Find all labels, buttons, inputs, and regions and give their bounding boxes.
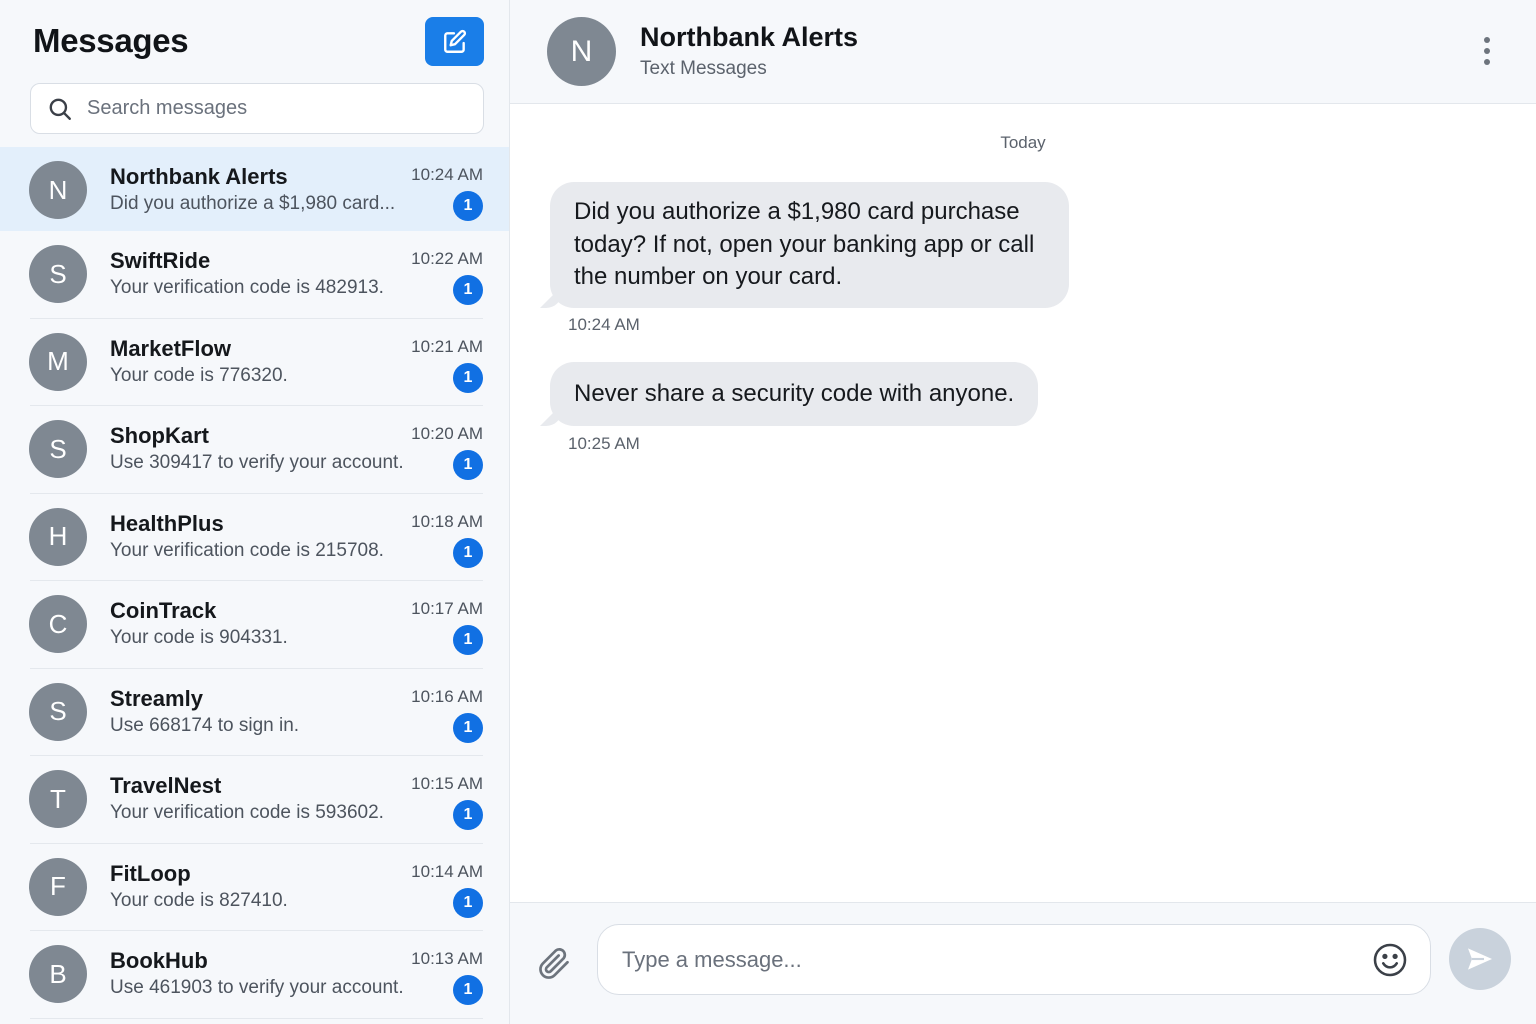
sidebar-header: Messages (0, 0, 509, 84)
dot (1484, 37, 1490, 43)
contact-subtitle: Text Messages (640, 58, 767, 79)
day-separator: Today (1000, 133, 1046, 152)
conversation-name: ShopKart (110, 423, 209, 448)
chat-panel: N Northbank Alerts Text Messages Today D… (510, 0, 1536, 1024)
avatar: B (29, 945, 87, 1003)
row-divider (30, 1017, 483, 1019)
search-input[interactable] (87, 97, 447, 120)
conversation-time: 10:14 AM (411, 861, 483, 881)
message-time: 10:24 AM (568, 315, 640, 334)
message-input[interactable] (597, 924, 1431, 995)
conversation-time: 10:16 AM (411, 686, 483, 706)
conversation-name: SwiftRide (110, 248, 211, 273)
conversation-name: FitLoop (110, 860, 191, 886)
conversation-name: Northbank Alerts (110, 164, 288, 189)
conversation-name: HealthPlus (110, 510, 224, 536)
conversation-time: 10:20 AM (411, 424, 483, 443)
conversation-item-streamly[interactable]: S Streamly Use 668174 to sign in. 10:16 … (0, 669, 509, 756)
avatar: F (29, 857, 87, 916)
conversation-item-marketflow[interactable]: M MarketFlow Your code is 776320. 10:21 … (0, 319, 509, 406)
conversation-item-cointrack[interactable]: C CoinTrack Your code is 904331. 10:17 A… (0, 581, 509, 669)
dot (1484, 59, 1490, 65)
conversation-time: 10:22 AM (411, 249, 483, 268)
conversation-time: 10:13 AM (411, 949, 483, 968)
sidebar-title: Messages (33, 22, 189, 59)
search-icon (49, 98, 71, 120)
conversation-name: MarketFlow (110, 335, 232, 361)
unread-badge: 1 (453, 712, 483, 743)
send-icon (1468, 948, 1492, 970)
paperclip-icon[interactable] (536, 943, 572, 983)
compose-icon (443, 29, 466, 53)
unread-badge: 1 (453, 537, 483, 568)
avatar: C (29, 595, 87, 653)
conversation-name: BookHub (110, 948, 208, 973)
dot (1484, 48, 1490, 54)
conversation-time: 10:18 AM (411, 511, 483, 531)
conversation-item-northbank-alerts[interactable]: N Northbank Alerts Did you authorize a $… (0, 147, 509, 231)
conversation-preview: Use 461903 to verify your account. (110, 977, 404, 998)
unread-badge: 1 (453, 975, 483, 1005)
conversation-preview: Use 309417 to verify your account. (110, 452, 404, 473)
message-bubble: Did you authorize a $1,980 card purchase… (550, 182, 1069, 308)
search-box[interactable] (30, 83, 484, 134)
message-composer (510, 902, 1536, 1024)
conversation-item-fitloop[interactable]: F FitLoop Your code is 827410. 10:14 AM … (0, 844, 509, 931)
conversation-preview: Did you authorize a $1,980 card... (110, 193, 396, 214)
messages-app: Messages N Northbank Alerts Did you auth… (0, 0, 1536, 1024)
unread-badge: 1 (453, 800, 483, 830)
more-options-icon[interactable] (1476, 34, 1498, 68)
conversation-item-healthplus[interactable]: H HealthPlus Your verification code is 2… (0, 494, 509, 581)
conversation-name: Streamly (110, 685, 203, 711)
unread-badge: 1 (453, 362, 483, 393)
contact-name: Northbank Alerts (640, 22, 859, 52)
conversation-preview: Your verification code is 215708. (110, 539, 384, 561)
conversation-time: 10:21 AM (411, 336, 483, 356)
unread-badge: 1 (453, 887, 483, 918)
conversation-preview: Your code is 827410. (110, 889, 288, 911)
smiley-icon[interactable] (1372, 942, 1408, 978)
conversation-time: 10:15 AM (411, 774, 483, 793)
message-time: 10:25 AM (568, 434, 640, 453)
message-bubble: Never share a security code with anyone. (550, 362, 1038, 426)
conversation-preview: Use 668174 to sign in. (110, 714, 300, 736)
conversation-item-swiftride[interactable]: S SwiftRide Your verification code is 48… (0, 231, 509, 319)
conversation-item-travelnest[interactable]: T TravelNest Your verification code is 5… (0, 756, 509, 844)
conversation-item-bookhub[interactable]: B BookHub Use 461903 to verify your acco… (0, 931, 509, 1019)
send-button[interactable] (1449, 928, 1511, 990)
avatar: S (29, 420, 87, 478)
avatar: H (29, 507, 87, 566)
conversation-preview: Your code is 776320. (110, 364, 288, 386)
unread-badge: 1 (453, 191, 483, 221)
contact-avatar: N (547, 17, 616, 86)
unread-badge: 1 (453, 625, 483, 655)
avatar: S (29, 245, 87, 303)
avatar: M (29, 332, 87, 391)
conversation-time: 10:17 AM (411, 599, 483, 618)
conversation-preview: Your verification code is 593602. (110, 802, 384, 823)
unread-badge: 1 (453, 450, 483, 480)
conversation-name: TravelNest (110, 773, 222, 798)
conversation-name: CoinTrack (110, 598, 217, 623)
conversation-sidebar: Messages N Northbank Alerts Did you auth… (0, 0, 510, 1024)
avatar: N (29, 161, 87, 219)
conversation-list: N Northbank Alerts Did you authorize a $… (0, 147, 509, 1019)
compose-button[interactable] (425, 17, 484, 66)
conversation-preview: Your verification code is 482913. (110, 277, 384, 298)
conversation-time: 10:24 AM (411, 165, 483, 184)
conversation-item-shopkart[interactable]: S ShopKart Use 309417 to verify your acc… (0, 406, 509, 494)
chat-header: N Northbank Alerts Text Messages (510, 0, 1536, 104)
conversation-preview: Your code is 904331. (110, 627, 288, 648)
avatar: T (29, 770, 87, 828)
avatar: S (29, 682, 87, 741)
unread-badge: 1 (453, 275, 483, 305)
